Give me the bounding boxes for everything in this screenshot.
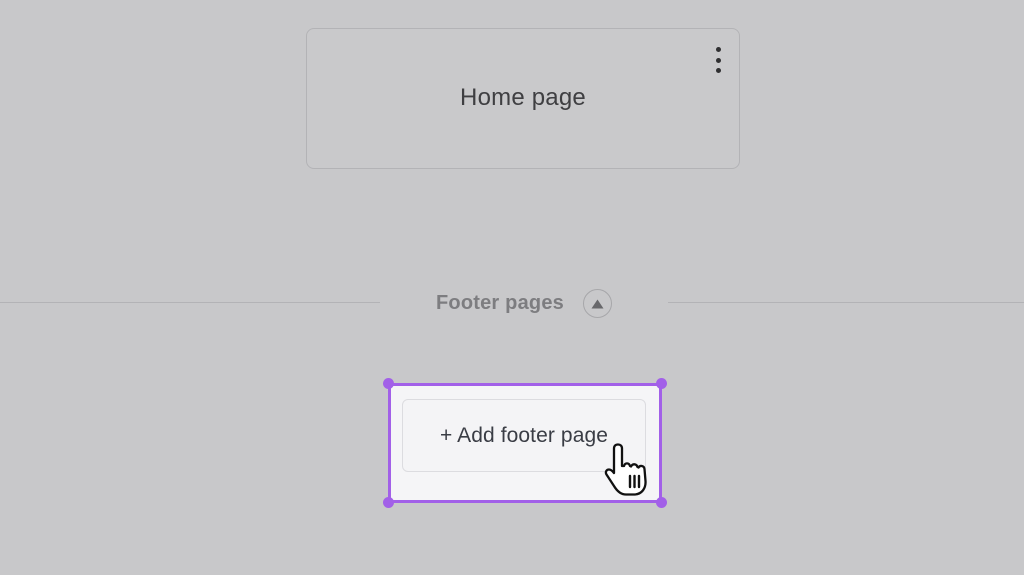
resize-handle-bottom-left[interactable]: [383, 497, 394, 508]
home-page-card[interactable]: Home page: [306, 28, 740, 169]
home-page-title: Home page: [460, 84, 586, 111]
resize-handle-top-left[interactable]: [383, 378, 394, 389]
footer-collapse-button[interactable]: [583, 289, 612, 318]
canvas: Home page Footer pages + Add footer page: [0, 0, 1024, 575]
section-divider-left: [0, 302, 380, 303]
hand-pointer-cursor-icon: [604, 443, 647, 496]
caret-up-icon: [591, 299, 604, 308]
section-divider-right: [668, 302, 1024, 303]
resize-handle-bottom-right[interactable]: [656, 497, 667, 508]
footer-pages-heading: Footer pages: [436, 292, 564, 314]
add-footer-page-label: + Add footer page: [439, 423, 609, 447]
resize-handle-top-right[interactable]: [656, 378, 667, 389]
kebab-menu-icon[interactable]: [713, 47, 723, 73]
